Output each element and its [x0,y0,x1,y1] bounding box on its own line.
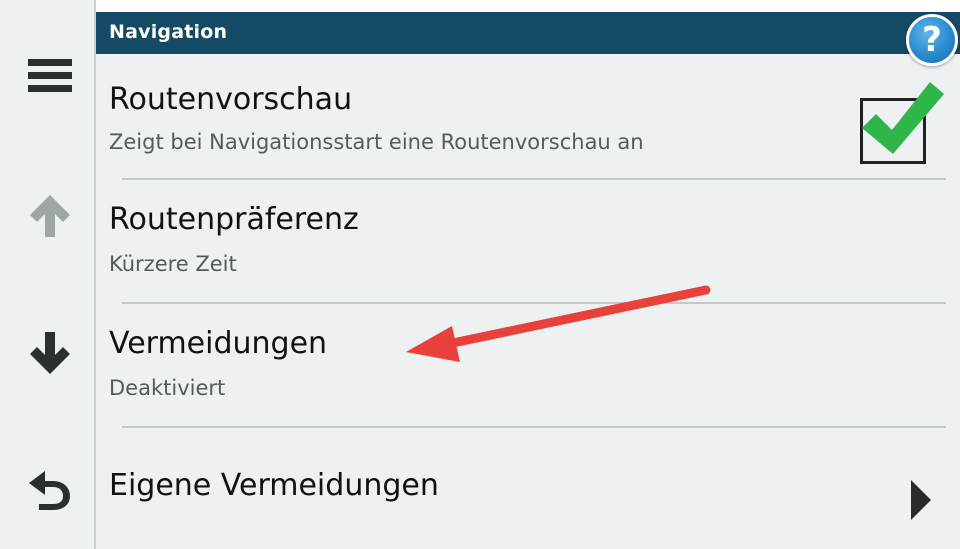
scroll-down-button[interactable] [14,317,86,389]
setting-subtitle: Kürzere Zeit [109,252,237,276]
row-divider [122,426,946,428]
setting-title: Routenvorschau [109,82,353,117]
screen: Navigation Routenvorschau Zeigt bei Navi… [0,0,960,549]
sidebar [0,0,96,549]
help-icon: ? [922,20,942,60]
setting-subtitle: Deaktiviert [109,376,226,400]
setting-subtitle: Zeigt bei Navigationsstart eine Routenvo… [109,130,644,154]
settings-panel: Navigation Routenvorschau Zeigt bei Navi… [96,12,960,549]
arrow-up-icon [30,195,70,237]
help-button[interactable]: ? [906,14,958,66]
menu-icon [28,59,72,92]
chevron-right-icon [911,480,931,520]
setting-title: Vermeidungen [109,326,328,361]
back-icon [29,471,70,510]
setting-title: Eigene Vermeidungen [109,468,439,503]
setting-title: Routenpräferenz [109,202,359,237]
setting-route-preference[interactable]: Routenpräferenz Kürzere Zeit [96,180,960,304]
page-title: Navigation [109,21,228,43]
checkmark-icon [862,82,944,154]
arrow-down-icon [30,332,70,374]
back-button[interactable] [14,453,86,525]
scroll-up-button[interactable] [14,180,86,252]
panel-header: Navigation [96,12,960,54]
setting-route-preview[interactable]: Routenvorschau Zeigt bei Navigationsstar… [96,54,960,178]
setting-custom-avoidances[interactable]: Eigene Vermeidungen [96,430,960,549]
menu-button[interactable] [14,40,86,112]
setting-avoidances[interactable]: Vermeidungen Deaktiviert [96,304,960,428]
